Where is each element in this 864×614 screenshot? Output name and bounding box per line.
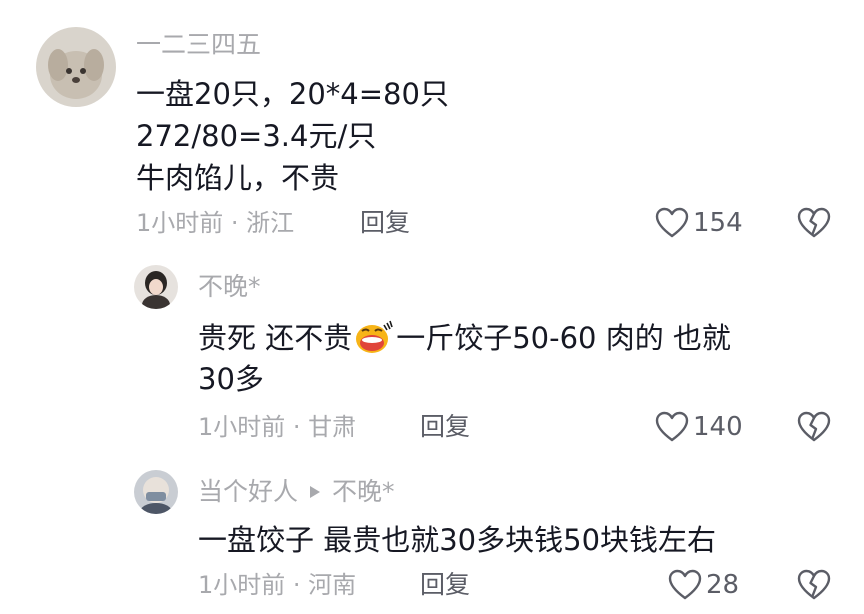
like-count: 154 xyxy=(693,208,743,238)
avatar[interactable] xyxy=(134,470,178,514)
laughing-face-emoji xyxy=(356,320,393,353)
username[interactable]: 不晚* xyxy=(198,272,261,302)
username-with-reply: 当个好人 不晚* xyxy=(198,477,395,507)
reply-button[interactable]: 回复 xyxy=(420,570,470,600)
reply-to-username[interactable]: 不晚* xyxy=(332,477,395,506)
comment-text-part: 一斤饺子50-60 肉的 也就 xyxy=(396,321,731,355)
username[interactable]: 一二三四五 xyxy=(136,30,261,60)
comment-text-line: 一盘20只，20*4=80只 xyxy=(136,77,449,111)
comment-text-part: 贵死 还不贵 xyxy=(198,321,353,355)
heart-icon xyxy=(668,569,702,600)
comment-text-line: 272/80=3.4元/只 xyxy=(136,119,377,153)
comment-meta: 1小时前 · 甘肃 xyxy=(198,413,357,441)
comment-text-line: 一盘饺子 最贵也就30多块钱50块钱左右 xyxy=(198,523,717,557)
dislike-icon[interactable] xyxy=(797,569,831,601)
like-count: 28 xyxy=(706,570,740,600)
reply-arrow-icon xyxy=(310,486,321,498)
reply-button[interactable]: 回复 xyxy=(420,412,470,442)
heart-icon xyxy=(655,411,689,442)
comment-text-line: 30多 xyxy=(198,362,264,396)
dislike-icon[interactable] xyxy=(797,207,831,239)
heart-icon xyxy=(655,207,689,238)
like-button[interactable]: 140 xyxy=(655,411,743,443)
comment-text-line: 牛肉馅儿，不贵 xyxy=(136,161,340,195)
username[interactable]: 当个好人 xyxy=(198,477,298,506)
like-button[interactable]: 154 xyxy=(655,207,743,239)
like-button[interactable]: 28 xyxy=(668,569,739,601)
reply-button[interactable]: 回复 xyxy=(360,208,410,238)
avatar[interactable] xyxy=(134,265,178,309)
comment-meta: 1小时前 · 河南 xyxy=(198,571,357,599)
avatar[interactable] xyxy=(36,27,116,107)
comment-text-line: 贵死 还不贵 一斤饺子50-60 肉的 也就 xyxy=(198,319,731,357)
like-count: 140 xyxy=(693,412,743,442)
dislike-icon[interactable] xyxy=(797,411,831,443)
comment-meta: 1小时前 · 浙江 xyxy=(136,209,295,237)
